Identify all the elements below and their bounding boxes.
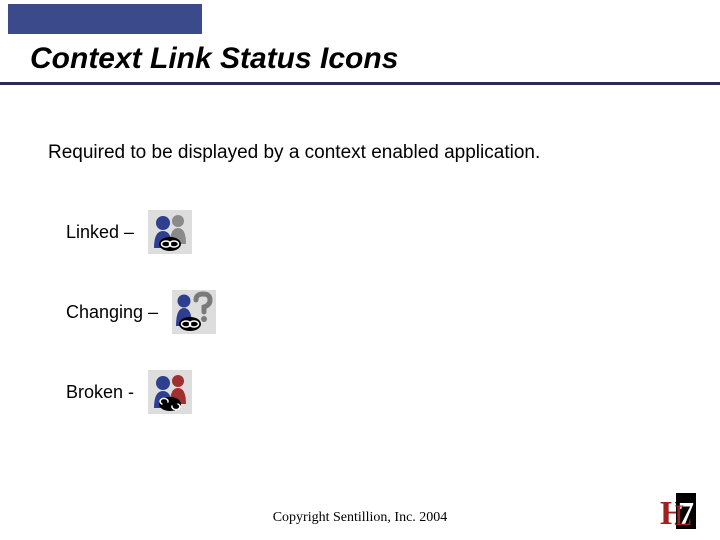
status-label: Broken - bbox=[66, 382, 134, 403]
changing-icon bbox=[172, 290, 216, 334]
hl7-logo: H 7 L bbox=[658, 490, 700, 532]
page-subtitle: Required to be displayed by a context en… bbox=[48, 142, 540, 164]
broken-icon bbox=[148, 370, 192, 414]
header-accent-bar bbox=[8, 4, 202, 34]
copyright-footer: Copyright Sentillion, Inc. 2004 bbox=[0, 510, 720, 526]
status-label: Linked – bbox=[66, 222, 134, 243]
svg-text:L: L bbox=[674, 499, 692, 532]
page-title: Context Link Status Icons bbox=[30, 42, 720, 76]
status-row-changing: Changing – bbox=[66, 290, 216, 334]
status-row-linked: Linked – bbox=[66, 210, 192, 254]
linked-icon bbox=[148, 210, 192, 254]
status-row-broken: Broken - bbox=[66, 370, 192, 414]
status-label: Changing – bbox=[66, 302, 158, 323]
title-row: Context Link Status Icons bbox=[0, 42, 720, 85]
